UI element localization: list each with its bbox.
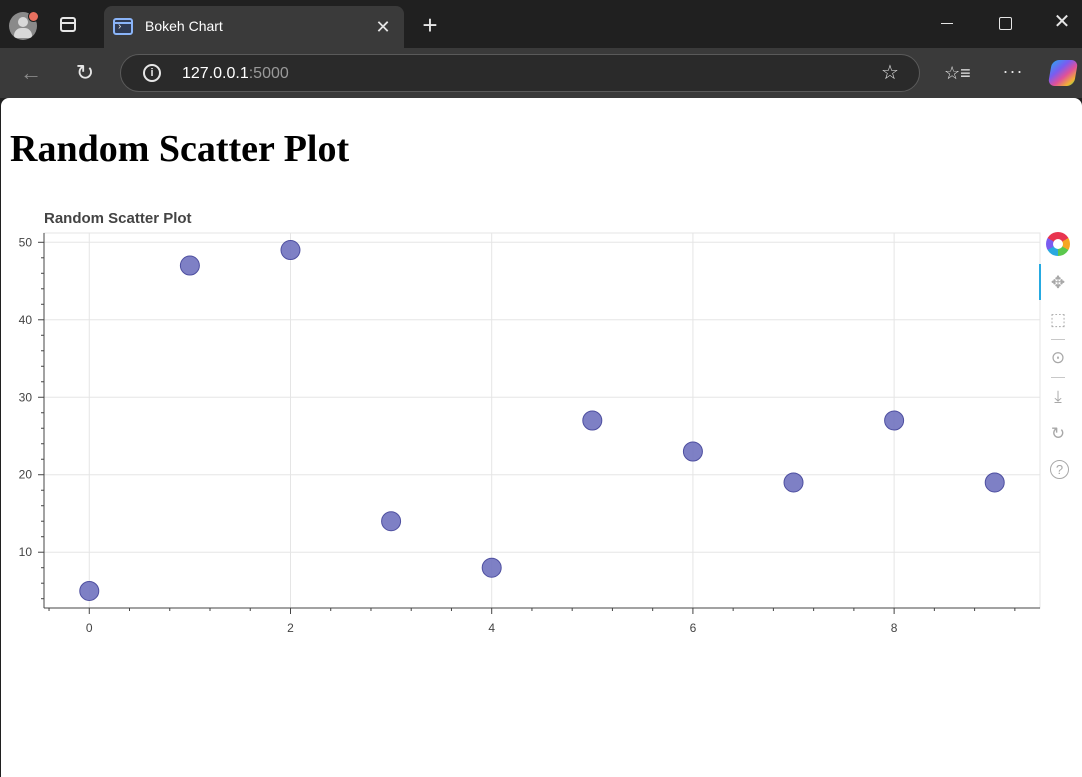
save-tool-icon[interactable]: ⤓ bbox=[1045, 385, 1071, 409]
url-port: :5000 bbox=[248, 65, 289, 82]
close-icon[interactable]: ✕ bbox=[372, 16, 394, 38]
toolbar-divider bbox=[1051, 339, 1065, 340]
box-zoom-tool-icon[interactable]: ⬚ bbox=[1045, 308, 1071, 332]
scatter-point bbox=[682, 441, 703, 462]
bokeh-logo-icon[interactable] bbox=[1046, 232, 1070, 256]
y-tick-label: 10 bbox=[19, 545, 33, 559]
x-tick-label: 4 bbox=[488, 621, 495, 635]
reset-tool-icon[interactable]: ↻ bbox=[1045, 422, 1071, 446]
y-tick-label: 40 bbox=[19, 313, 33, 327]
y-tick-label: 50 bbox=[19, 235, 33, 249]
window-close-icon[interactable]: ✕ bbox=[1050, 10, 1074, 34]
toolbar-divider bbox=[1051, 377, 1065, 378]
x-tick-label: 8 bbox=[891, 621, 898, 635]
page-content: Random Scatter Plot 0 2 4 6 8 10 20 30 40 50 Rand… bbox=[1, 98, 1082, 777]
y-tick-label: 20 bbox=[19, 468, 33, 482]
x-tick-label: 2 bbox=[287, 621, 294, 635]
scatter-point bbox=[481, 557, 502, 578]
scatter-point bbox=[582, 410, 603, 431]
url-text[interactable]: 127.0.0.1:5000 bbox=[182, 64, 289, 83]
star-icon[interactable]: ☆ bbox=[878, 61, 902, 85]
help-tool-icon[interactable]: ? bbox=[1050, 460, 1069, 479]
browser-toolbar: ← ↻ i 127.0.0.1:5000 ☆ bbox=[0, 48, 1082, 98]
pan-tool-icon[interactable]: ✥ bbox=[1045, 271, 1071, 295]
chart-title: Random Scatter Plot bbox=[44, 210, 192, 227]
x-tick-label: 6 bbox=[690, 621, 697, 635]
address-bar[interactable]: i 127.0.0.1:5000 ☆ bbox=[120, 54, 920, 92]
y-tick-label: 30 bbox=[19, 390, 33, 404]
favorites-icon[interactable]: ☆≡ bbox=[944, 60, 971, 86]
page-favicon-icon bbox=[113, 18, 133, 35]
profile-avatar-icon[interactable] bbox=[9, 11, 39, 40]
more-icon[interactable]: ··· bbox=[1000, 60, 1026, 86]
plus-icon[interactable]: + bbox=[418, 12, 442, 38]
tab-title: Bokeh Chart bbox=[145, 18, 223, 34]
scatter-point bbox=[884, 410, 905, 431]
browser-title-bar: Bokeh Chart ✕ + ✕ bbox=[0, 0, 1082, 48]
scatter-point bbox=[984, 472, 1005, 493]
back-arrow-icon[interactable]: ← bbox=[18, 60, 44, 86]
refresh-icon[interactable]: ↻ bbox=[72, 60, 98, 86]
scatter-point bbox=[79, 580, 100, 601]
scatter-point bbox=[280, 240, 301, 261]
minimize-icon[interactable] bbox=[935, 12, 959, 36]
tab-bokeh-chart[interactable]: Bokeh Chart ✕ bbox=[104, 6, 404, 48]
scatter-point bbox=[381, 511, 402, 532]
maximize-icon[interactable] bbox=[993, 12, 1017, 36]
active-tool-indicator bbox=[1039, 264, 1041, 300]
url-host: 127.0.0.1 bbox=[182, 65, 249, 82]
info-icon[interactable]: i bbox=[143, 64, 161, 82]
wheel-zoom-tool-icon[interactable]: ⊙ bbox=[1045, 346, 1071, 370]
scatter-chart: 0 2 4 6 8 10 20 30 40 50 Random Scatter Plot bbox=[19, 210, 1041, 635]
scatter-point bbox=[179, 255, 200, 276]
workspaces-icon[interactable] bbox=[60, 17, 76, 32]
scatter-point bbox=[783, 472, 804, 493]
x-tick-label: 0 bbox=[86, 621, 93, 635]
